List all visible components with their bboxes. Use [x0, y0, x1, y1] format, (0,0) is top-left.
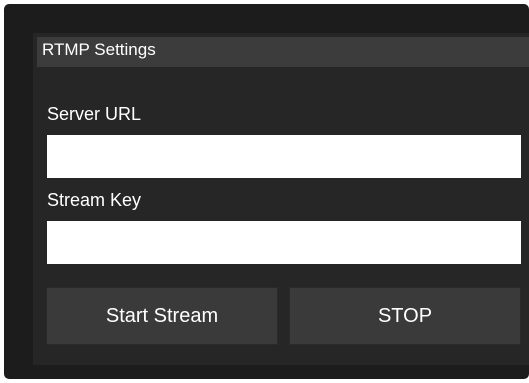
panel-title: RTMP Settings — [37, 37, 529, 67]
stop-button[interactable]: STOP — [289, 287, 521, 345]
rtmp-settings-panel: RTMP Settings Server URL Stream Key Star… — [33, 33, 529, 365]
window-frame: RTMP Settings Server URL Stream Key Star… — [4, 4, 529, 379]
stream-key-input[interactable] — [47, 221, 521, 264]
stream-key-label: Stream Key — [47, 190, 142, 210]
server-url-label: Server URL — [47, 104, 142, 124]
start-stream-button[interactable]: Start Stream — [46, 287, 278, 345]
server-url-input[interactable] — [47, 135, 521, 178]
